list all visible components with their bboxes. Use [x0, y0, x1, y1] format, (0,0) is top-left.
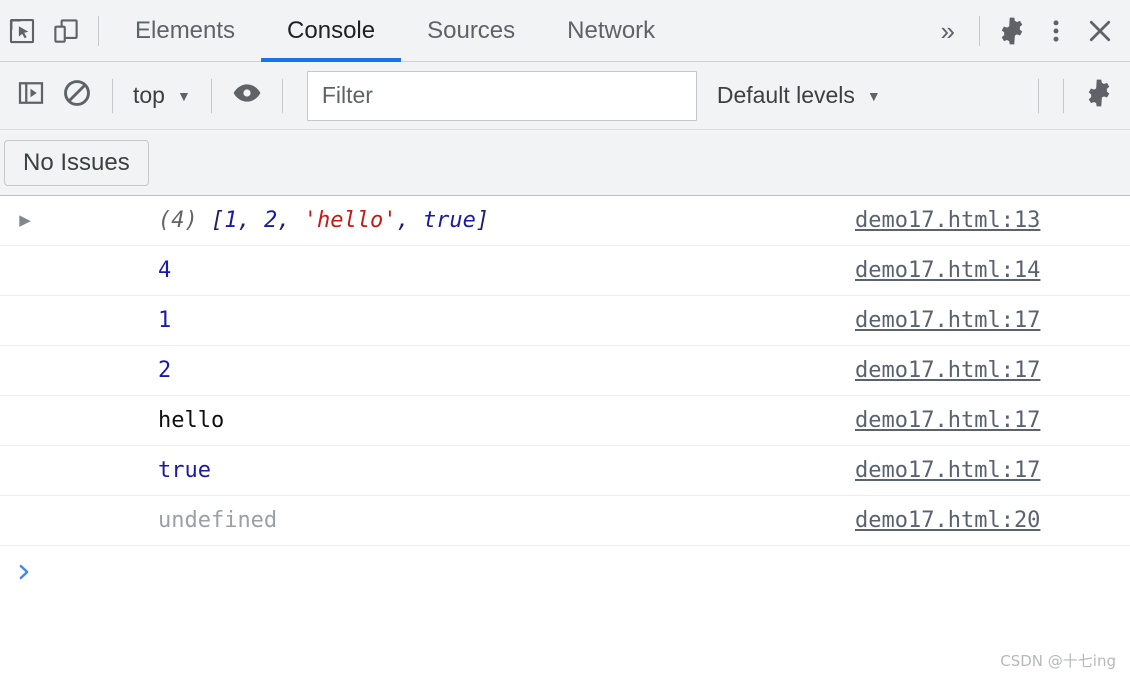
source-link[interactable]: demo17.html:14	[837, 246, 1130, 295]
devtools-window: Elements Console Sources Network » top ▼…	[0, 0, 1130, 681]
console-toolbar: top ▼ Default levels ▼	[0, 62, 1130, 130]
console-value: 2	[157, 358, 172, 383]
console-value: undefined	[157, 508, 278, 533]
console-message-text: undefined	[38, 483, 277, 558]
tab-sources-label: Sources	[427, 16, 516, 44]
source-link-label: demo17.html:17	[855, 308, 1041, 333]
tab-console[interactable]: Console	[261, 0, 402, 62]
source-link[interactable]: demo17.html:17	[837, 446, 1130, 495]
array-open-bracket: [	[210, 208, 225, 233]
tab-elements[interactable]: Elements	[109, 0, 261, 62]
console-message-list: ▶ (4) [1, 2, 'hello', true] demo17.html:…	[0, 196, 1130, 598]
chevron-down-icon: ▼	[866, 87, 881, 104]
console-toolbar-divider-1	[112, 78, 113, 113]
console-message-row[interactable]: undefined demo17.html:20	[0, 496, 1130, 546]
array-separator-2: ,	[396, 208, 423, 233]
source-link-label: demo17.html:17	[855, 358, 1041, 383]
console-toolbar-divider-3	[281, 78, 283, 113]
source-link-label: demo17.html:17	[855, 408, 1041, 433]
console-sidebar-toggle-icon	[16, 78, 46, 113]
console-settings-gear-icon	[1083, 77, 1115, 114]
tabbar-actions: »	[927, 9, 1130, 53]
tab-sources[interactable]: Sources	[401, 0, 541, 62]
console-sidebar-toggle-button[interactable]	[8, 73, 54, 119]
tab-console-label: Console	[287, 16, 376, 44]
chevron-down-icon: ▼	[176, 87, 191, 104]
tab-network-label: Network	[567, 16, 656, 44]
source-link[interactable]: demo17.html:17	[837, 296, 1130, 345]
chevron-right-prompt-icon	[10, 561, 38, 583]
array-separator-1: ,	[277, 208, 304, 233]
close-icon	[1085, 16, 1115, 46]
close-devtools-button[interactable]	[1078, 9, 1122, 53]
console-value: hello	[157, 408, 225, 433]
vertical-dots-icon	[1042, 17, 1070, 45]
panel-tabs: Elements Console Sources Network	[109, 0, 681, 62]
clear-console-icon	[61, 77, 93, 114]
array-item-0: 1	[224, 208, 238, 233]
source-link-label: demo17.html:17	[855, 458, 1041, 483]
live-expression-eye-icon	[231, 77, 263, 114]
console-value: true	[157, 458, 211, 483]
console-settings-button[interactable]	[1076, 73, 1122, 119]
console-value: 1	[157, 308, 172, 333]
triangle-right-icon: ▶	[19, 212, 31, 229]
tabbar-divider-1	[98, 15, 99, 46]
source-link[interactable]: demo17.html:13	[837, 196, 1130, 245]
tab-elements-label: Elements	[135, 16, 236, 44]
array-item-3: true	[422, 208, 476, 233]
console-toolbar-divider-2	[210, 78, 212, 113]
source-link[interactable]: demo17.html:17	[837, 396, 1130, 445]
devtools-tabbar: Elements Console Sources Network »	[0, 0, 1130, 62]
no-issues-button[interactable]: No Issues	[4, 139, 149, 186]
array-separator-0: ,	[237, 208, 264, 233]
array-item-1: 2	[263, 208, 278, 233]
watermark: CSDN @十七ing	[1000, 652, 1116, 670]
expand-array-button[interactable]: ▶	[12, 213, 38, 228]
source-link[interactable]: demo17.html:17	[837, 346, 1130, 395]
console-toolbar-divider-4	[1038, 78, 1039, 113]
tabbar-divider-2	[979, 15, 980, 46]
gear-icon	[996, 15, 1028, 47]
live-expression-button[interactable]	[224, 73, 270, 119]
device-toolbar-button[interactable]	[44, 9, 88, 53]
console-value: 4	[157, 258, 172, 283]
more-tabs-button[interactable]: »	[927, 18, 969, 44]
source-link-label: demo17.html:14	[855, 258, 1041, 283]
inspect-element-button[interactable]	[0, 9, 44, 53]
execution-context-label: top	[133, 82, 165, 108]
execution-context-selector[interactable]: top ▼	[125, 82, 199, 109]
array-item-2: 'hello'	[303, 208, 397, 233]
device-toolbar-icon	[51, 16, 81, 46]
source-link-label: demo17.html:13	[855, 208, 1041, 233]
clear-console-button[interactable]	[54, 73, 100, 119]
console-toolbar-right	[1026, 73, 1122, 119]
log-levels-selector[interactable]: Default levels ▼	[709, 82, 889, 109]
settings-button[interactable]	[990, 9, 1034, 53]
more-options-button[interactable]	[1034, 9, 1078, 53]
chevron-double-right-icon: »	[940, 15, 955, 46]
console-toolbar-divider-5	[1063, 78, 1064, 113]
array-close-bracket: ]	[475, 208, 490, 233]
array-length-label: (4)	[157, 208, 198, 233]
tab-network[interactable]: Network	[541, 0, 681, 62]
filter-input[interactable]	[306, 70, 697, 121]
source-link-label: demo17.html:20	[855, 508, 1041, 533]
log-levels-label: Default levels	[716, 82, 855, 108]
inspect-element-icon	[7, 16, 37, 46]
source-link[interactable]: demo17.html:20	[837, 496, 1130, 545]
